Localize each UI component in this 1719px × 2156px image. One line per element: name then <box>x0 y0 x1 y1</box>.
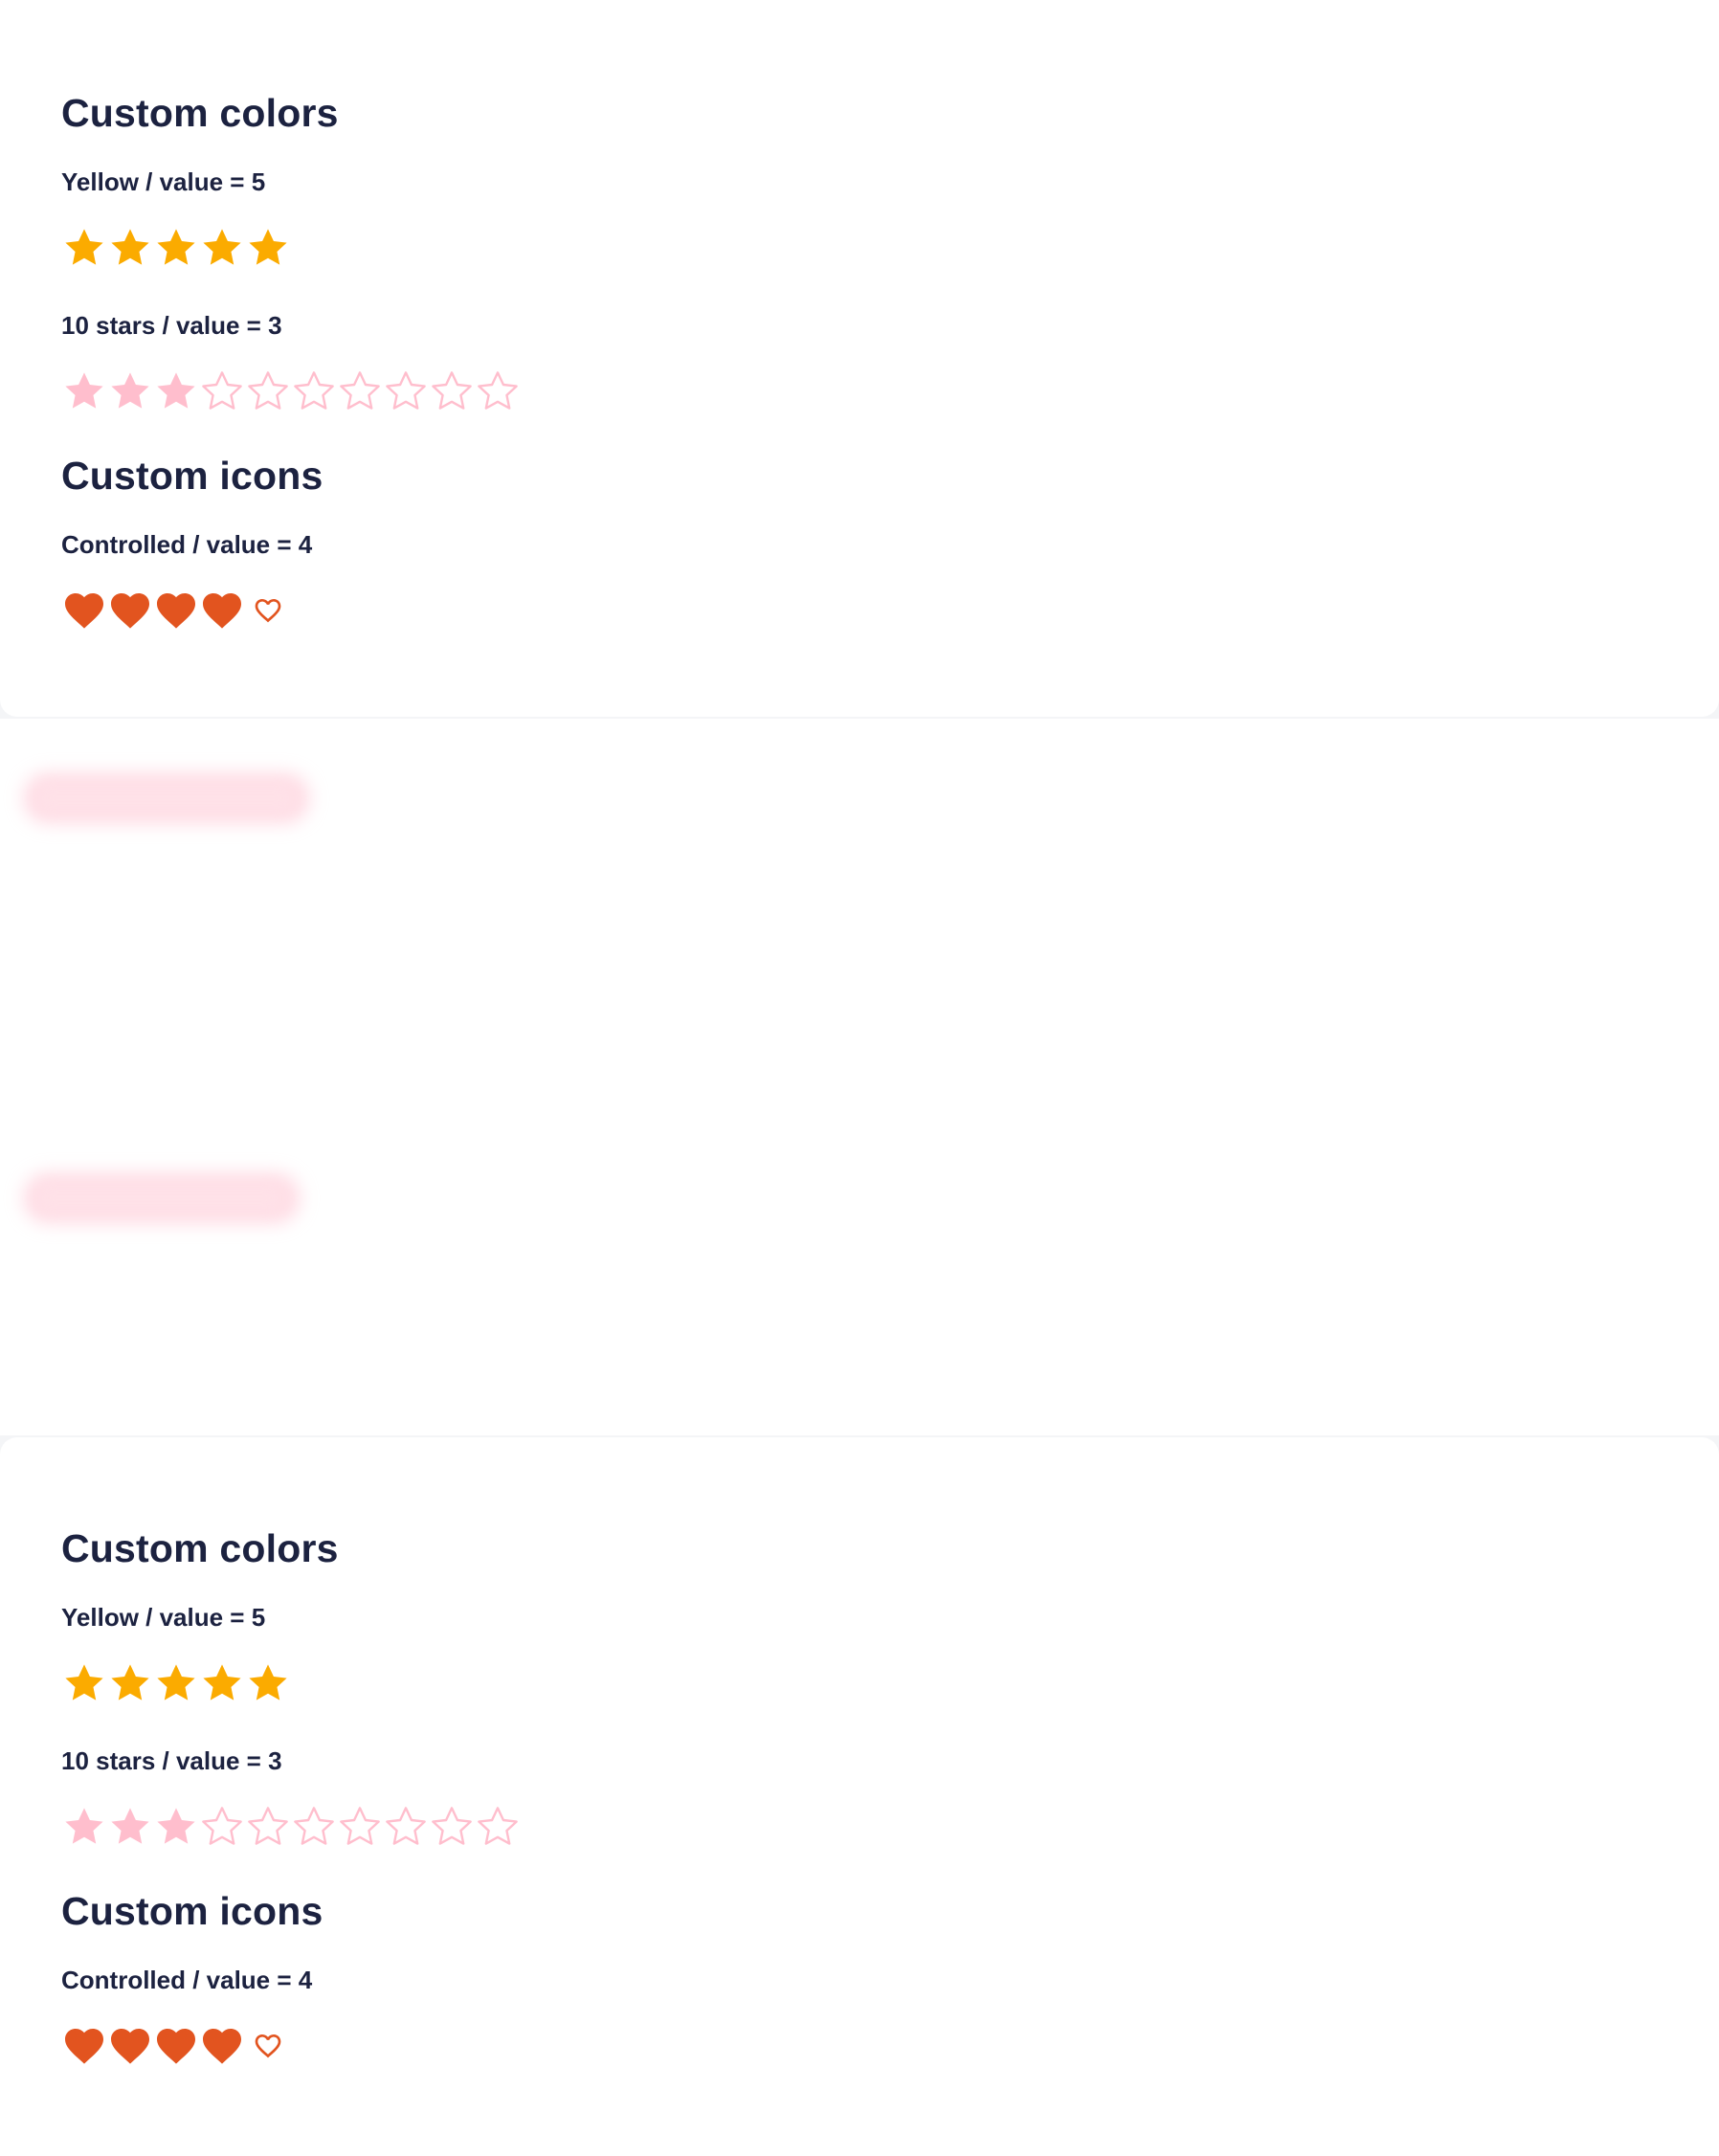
filled-star-icon[interactable] <box>107 368 153 414</box>
empty-star-icon[interactable] <box>199 368 245 414</box>
filled-star-icon[interactable] <box>61 225 107 271</box>
filled-heart-icon[interactable] <box>61 2023 107 2069</box>
empty-heart-icon[interactable] <box>245 588 291 633</box>
ten-stars-rating-label: 10 stars / value = 3 <box>61 311 282 340</box>
empty-star-icon[interactable] <box>475 368 521 414</box>
filled-heart-icon[interactable] <box>199 2023 245 2069</box>
filled-star-icon[interactable] <box>107 1804 153 1850</box>
heart-rating[interactable] <box>61 588 291 633</box>
rating-demo-card-top: Custom colors Yellow / value = 5 10 star… <box>0 0 1719 717</box>
obscured-region <box>0 719 1719 1435</box>
filled-star-icon[interactable] <box>153 1804 199 1850</box>
yellow-rating-label: Yellow / value = 5 <box>61 1603 266 1632</box>
filled-heart-icon[interactable] <box>61 588 107 633</box>
empty-star-icon[interactable] <box>429 368 475 414</box>
filled-heart-icon[interactable] <box>199 588 245 633</box>
filled-star-icon[interactable] <box>245 225 291 271</box>
empty-star-icon[interactable] <box>199 1804 245 1850</box>
filled-star-icon[interactable] <box>199 1660 245 1706</box>
controlled-rating-label: Controlled / value = 4 <box>61 530 313 559</box>
empty-star-icon[interactable] <box>245 368 291 414</box>
ten-star-rating[interactable] <box>61 368 521 414</box>
filled-heart-icon[interactable] <box>153 588 199 633</box>
custom-colors-heading: Custom colors <box>61 1526 339 1570</box>
yellow-rating-label: Yellow / value = 5 <box>61 167 266 196</box>
filled-star-icon[interactable] <box>199 225 245 271</box>
page: Custom colors Yellow / value = 5 10 star… <box>0 0 1719 2156</box>
empty-star-icon[interactable] <box>383 368 429 414</box>
filled-star-icon[interactable] <box>61 1660 107 1706</box>
filled-star-icon[interactable] <box>107 225 153 271</box>
filled-heart-icon[interactable] <box>107 2023 153 2069</box>
filled-heart-icon[interactable] <box>107 588 153 633</box>
custom-colors-heading: Custom colors <box>61 91 339 135</box>
blurred-heading-2-inner <box>36 1184 283 1212</box>
empty-star-icon[interactable] <box>475 1804 521 1850</box>
custom-icons-heading: Custom icons <box>61 1889 324 1933</box>
filled-star-icon[interactable] <box>61 368 107 414</box>
empty-star-icon[interactable] <box>245 1804 291 1850</box>
empty-star-icon[interactable] <box>291 368 337 414</box>
custom-icons-heading: Custom icons <box>61 454 324 498</box>
filled-star-icon[interactable] <box>107 1660 153 1706</box>
empty-star-icon[interactable] <box>337 1804 383 1850</box>
yellow-star-rating[interactable] <box>61 225 291 271</box>
filled-star-icon[interactable] <box>153 225 199 271</box>
controlled-rating-label: Controlled / value = 4 <box>61 1966 313 1994</box>
ten-star-rating[interactable] <box>61 1804 521 1850</box>
filled-star-icon[interactable] <box>153 368 199 414</box>
empty-star-icon[interactable] <box>291 1804 337 1850</box>
ten-stars-rating-label: 10 stars / value = 3 <box>61 1746 282 1775</box>
rating-demo-card-bottom: Custom colors Yellow / value = 5 10 star… <box>0 1437 1719 2156</box>
empty-star-icon[interactable] <box>383 1804 429 1850</box>
empty-star-icon[interactable] <box>429 1804 475 1850</box>
filled-star-icon[interactable] <box>153 1660 199 1706</box>
yellow-star-rating[interactable] <box>61 1660 291 1706</box>
empty-heart-icon[interactable] <box>245 2023 291 2069</box>
heart-rating[interactable] <box>61 2023 291 2069</box>
filled-heart-icon[interactable] <box>153 2023 199 2069</box>
blurred-heading-1-inner <box>36 784 295 812</box>
filled-star-icon[interactable] <box>61 1804 107 1850</box>
empty-star-icon[interactable] <box>337 368 383 414</box>
filled-star-icon[interactable] <box>245 1660 291 1706</box>
